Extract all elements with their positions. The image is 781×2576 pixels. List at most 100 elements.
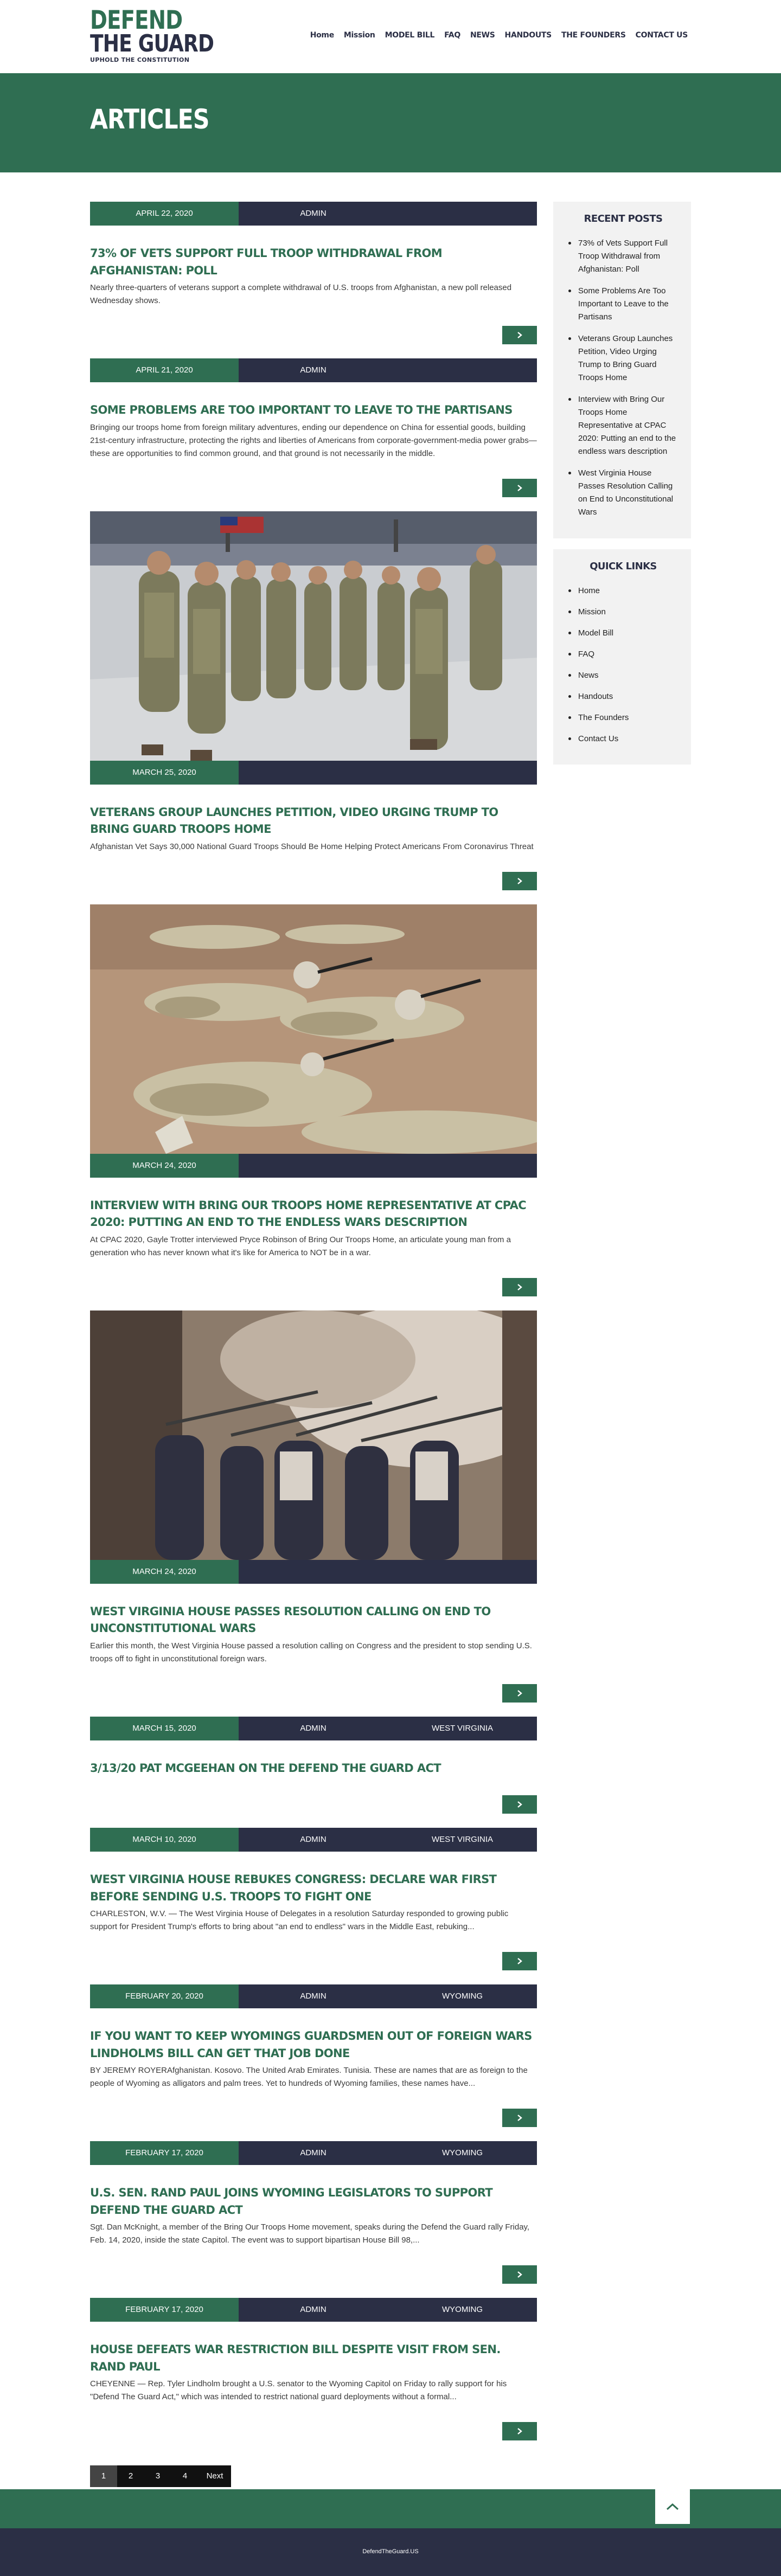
article-date: MARCH 10, 2020 bbox=[90, 1828, 239, 1852]
article-meta-bar: APRIL 21, 2020 ADMIN bbox=[90, 358, 537, 382]
article-meta-bar: FEBRUARY 20, 2020 ADMIN WYOMING bbox=[90, 1984, 537, 2008]
recent-post-link[interactable]: Interview with Bring Our Troops Home Rep… bbox=[578, 395, 676, 456]
quick-link-item: News bbox=[568, 669, 678, 682]
nav-news[interactable]: NEWS bbox=[470, 29, 495, 41]
recent-post-link[interactable]: Veterans Group Launches Petition, Video … bbox=[578, 334, 673, 382]
article-date: MARCH 15, 2020 bbox=[90, 1716, 239, 1740]
article-author[interactable]: ADMIN bbox=[239, 358, 388, 382]
article-meta-bar: MARCH 25, 2020 bbox=[90, 760, 537, 785]
article-meta-bar: MARCH 15, 2020 ADMIN WEST VIRGINIA bbox=[90, 1716, 537, 1740]
article-category[interactable]: WYOMING bbox=[388, 2141, 537, 2165]
article-category[interactable]: WYOMING bbox=[388, 2298, 537, 2322]
article-category[interactable]: WEST VIRGINIA bbox=[388, 1828, 537, 1852]
article-meta-bar: MARCH 24, 2020 bbox=[90, 1559, 537, 1584]
article-meta-bar: APRIL 22, 2020 ADMIN bbox=[90, 202, 537, 226]
site-logo[interactable]: DEFEND THE GUARD UPHOLD THE CONSTITUTION bbox=[90, 8, 214, 63]
content-area: APRIL 22, 2020 ADMIN 73% of Vets Support… bbox=[0, 172, 781, 2487]
quick-link-model-bill[interactable]: Model Bill bbox=[578, 628, 613, 638]
article-author[interactable]: ADMIN bbox=[239, 1984, 388, 2008]
article-image-soldiers-prone[interactable] bbox=[90, 904, 537, 1154]
recent-post-link[interactable]: 73% of Vets Support Full Troop Withdrawa… bbox=[578, 239, 668, 274]
article-date: MARCH 24, 2020 bbox=[90, 1153, 239, 1178]
read-more-button[interactable] bbox=[502, 1684, 537, 1703]
article-excerpt: Nearly three-quarters of veterans suppor… bbox=[90, 283, 512, 305]
quick-link-item: Mission bbox=[568, 606, 678, 619]
quick-link-home[interactable]: Home bbox=[578, 586, 600, 595]
recent-post-link[interactable]: Some Problems Are Too Important to Leave… bbox=[578, 286, 669, 322]
logo-line-2: THE GUARD bbox=[90, 30, 214, 57]
quick-link-the-founders[interactable]: The Founders bbox=[578, 713, 629, 722]
chevron-right-icon bbox=[517, 1283, 522, 1290]
back-to-top-button[interactable] bbox=[655, 2489, 690, 2524]
quick-link-news[interactable]: News bbox=[578, 671, 599, 680]
page-link-3[interactable]: 3 bbox=[144, 2465, 171, 2487]
article-title-link[interactable]: House defeats war restriction bill despi… bbox=[90, 2341, 537, 2375]
recent-posts-widget: RECENT POSTS 73% of Vets Support Full Tr… bbox=[553, 202, 691, 538]
quick-link-faq[interactable]: FAQ bbox=[578, 650, 594, 659]
chevron-right-icon bbox=[517, 2428, 522, 2434]
read-more-button[interactable] bbox=[502, 1277, 537, 1296]
read-more-button[interactable] bbox=[502, 2265, 537, 2284]
read-more-button[interactable] bbox=[502, 326, 537, 344]
article-category[interactable]: WYOMING bbox=[388, 1984, 537, 2008]
article-author[interactable]: ADMIN bbox=[239, 1717, 388, 1740]
chevron-right-icon bbox=[517, 484, 522, 491]
chevron-right-icon bbox=[517, 2115, 522, 2121]
page-hero: ARTICLES bbox=[0, 73, 781, 172]
article-date: MARCH 25, 2020 bbox=[90, 760, 239, 785]
article-category[interactable]: WEST VIRGINIA bbox=[388, 1717, 537, 1740]
quick-link-contact-us[interactable]: Contact Us bbox=[578, 734, 618, 743]
article-author[interactable]: ADMIN bbox=[239, 2141, 388, 2165]
quick-link-handouts[interactable]: Handouts bbox=[578, 692, 613, 701]
page-link-1[interactable]: 1 bbox=[90, 2465, 117, 2487]
quick-link-item: FAQ bbox=[568, 648, 678, 661]
article-image-musket-reenactment[interactable] bbox=[90, 1310, 537, 1560]
article-item: MARCH 25, 2020 Veterans Group Launches P… bbox=[90, 511, 537, 890]
quick-link-mission[interactable]: Mission bbox=[578, 607, 606, 616]
nav-contact-us[interactable]: CONTACT US bbox=[636, 29, 688, 41]
nav-home[interactable]: Home bbox=[310, 29, 335, 41]
read-more-button[interactable] bbox=[502, 871, 537, 890]
nav-mission[interactable]: Mission bbox=[344, 29, 375, 41]
nav-faq[interactable]: FAQ bbox=[444, 29, 460, 41]
article-title-link[interactable]: 73% of Vets Support Full Troop Withdrawa… bbox=[90, 245, 537, 279]
nav-the-founders[interactable]: THE FOUNDERS bbox=[561, 29, 626, 41]
article-item: MARCH 24, 2020 Interview with Bring Our … bbox=[90, 904, 537, 1296]
page-title: ARTICLES bbox=[90, 104, 209, 135]
article-title-link[interactable]: U.S. Sen. Rand Paul joins Wyoming legisl… bbox=[90, 2185, 537, 2219]
recent-post-link[interactable]: West Virginia House Passes Resolution Ca… bbox=[578, 468, 673, 517]
article-title-link[interactable]: 3/13/20 Pat McGeehan on the Defend the G… bbox=[90, 1760, 537, 1777]
read-more-button[interactable] bbox=[502, 1795, 537, 1814]
sidebar: RECENT POSTS 73% of Vets Support Full Tr… bbox=[553, 202, 691, 775]
chevron-right-icon bbox=[517, 1690, 522, 1697]
article-excerpt: Bringing our troops home from foreign mi… bbox=[90, 422, 537, 458]
quick-links-widget: QUICK LINKS Home Mission Model Bill FAQ … bbox=[553, 549, 691, 765]
chevron-right-icon bbox=[517, 332, 522, 338]
page-link-2[interactable]: 2 bbox=[117, 2465, 144, 2487]
chevron-up-icon bbox=[666, 2503, 679, 2510]
site-footer: DefendTheGuard.US bbox=[0, 2489, 781, 2576]
article-author[interactable]: ADMIN bbox=[239, 2298, 388, 2322]
article-title-link[interactable]: Some Problems Are Too Important to Leave… bbox=[90, 402, 537, 419]
article-author[interactable]: ADMIN bbox=[239, 1828, 388, 1852]
quick-link-item: Handouts bbox=[568, 690, 678, 703]
page-link-4[interactable]: 4 bbox=[171, 2465, 199, 2487]
article-title-link[interactable]: West Virginia House Rebukes Congress: De… bbox=[90, 1871, 537, 1905]
nav-model-bill[interactable]: MODEL BILL bbox=[385, 29, 435, 41]
read-more-button[interactable] bbox=[502, 2422, 537, 2440]
article-author[interactable]: ADMIN bbox=[239, 202, 388, 226]
article-list: APRIL 22, 2020 ADMIN 73% of Vets Support… bbox=[90, 202, 537, 2487]
read-more-button[interactable] bbox=[502, 478, 537, 497]
quick-link-item: Model Bill bbox=[568, 627, 678, 640]
footer-bottom: DefendTheGuard.US bbox=[0, 2528, 781, 2576]
next-page-link[interactable]: Next bbox=[199, 2465, 231, 2487]
article-title-link[interactable]: If you want to keep Wyomings guardsmen o… bbox=[90, 2028, 537, 2062]
article-title-link[interactable]: Interview with Bring Our Troops Home Rep… bbox=[90, 1197, 537, 1231]
read-more-button[interactable] bbox=[502, 1952, 537, 1970]
read-more-button[interactable] bbox=[502, 2109, 537, 2127]
article-title-link[interactable]: Veterans Group Launches Petition, Video … bbox=[90, 804, 537, 838]
nav-handouts[interactable]: HANDOUTS bbox=[505, 29, 552, 41]
article-date: MARCH 24, 2020 bbox=[90, 1559, 239, 1584]
article-title-link[interactable]: West Virginia House Passes Resolution Ca… bbox=[90, 1603, 537, 1637]
article-image-soldiers-standing[interactable] bbox=[90, 511, 537, 761]
